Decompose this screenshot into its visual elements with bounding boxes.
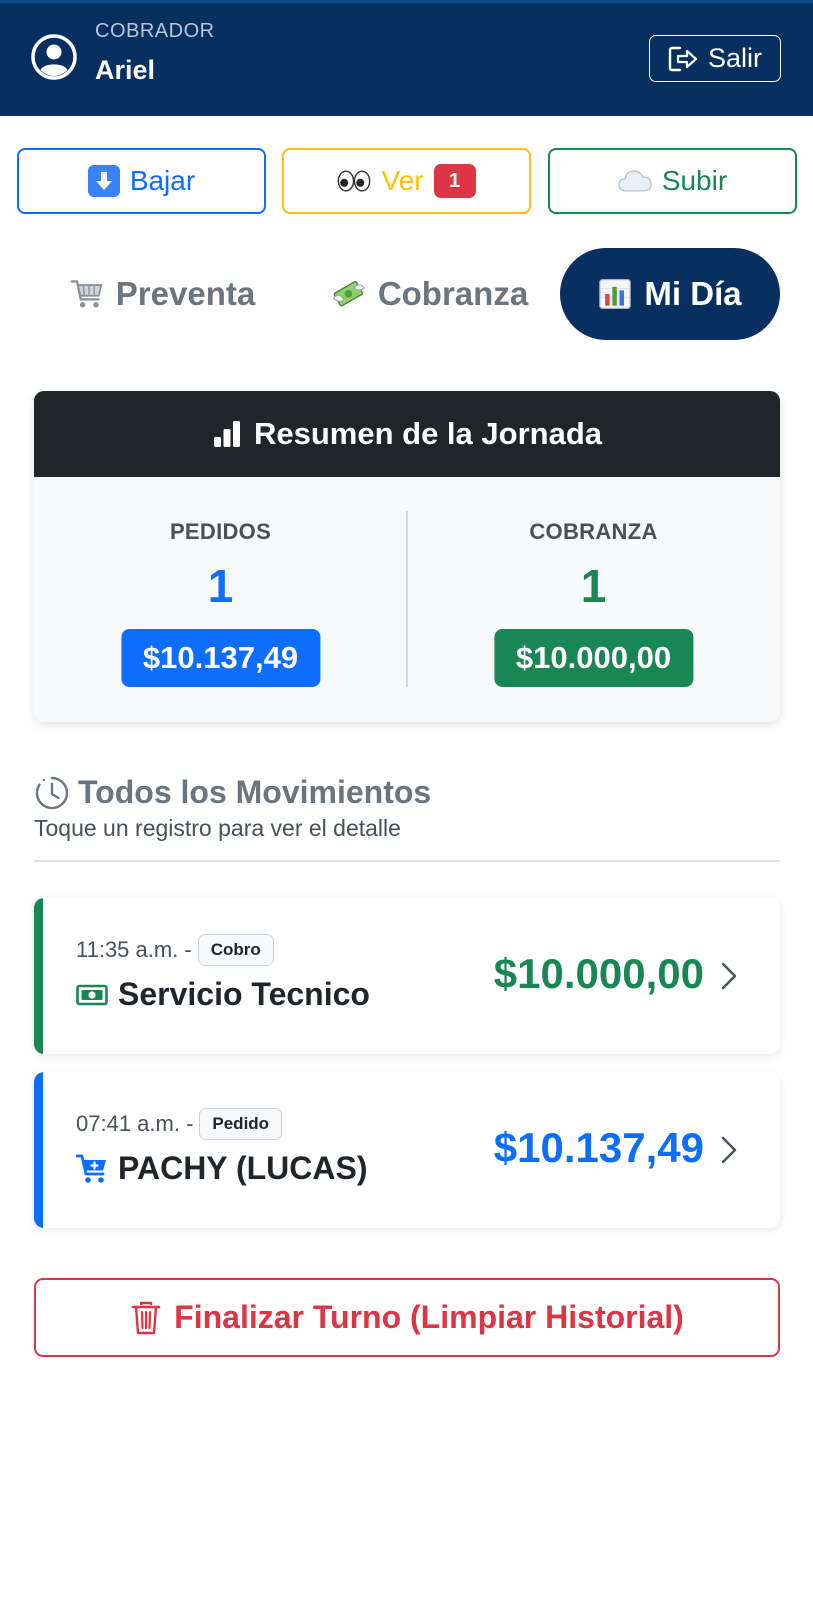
upload-label: Subir: [661, 165, 728, 196]
signal-bars-icon: [213, 421, 240, 447]
movements-subtitle: Toque un registro para ver el detalle: [34, 815, 401, 841]
tab-mi-dia[interactable]: Mi Día: [560, 248, 780, 340]
movement-client-name: Servicio Tecnico: [118, 976, 370, 1012]
movement-type-tag: Cobro: [197, 934, 274, 966]
clock-history-icon: [35, 776, 69, 809]
logout-icon: [668, 46, 698, 71]
movement-type-stripe: [34, 1072, 43, 1228]
summary-title: Resumen de la Jornada: [253, 416, 602, 451]
movement-amount: $10.137,49: [493, 1124, 704, 1171]
day-summary-card: Resumen de la Jornada PEDIDOS 1 $10.137,…: [34, 391, 780, 722]
app-header: COBRADOR Ariel Salir: [0, 0, 813, 116]
chevron-right-icon: [721, 1136, 737, 1164]
cart-icon: [76, 1154, 106, 1183]
pending-count-badge: 1: [433, 164, 476, 198]
movement-client: PACHY (LUCAS): [76, 1150, 367, 1187]
finalize-shift-button[interactable]: Finalizar Turno (Limpiar Historial): [34, 1278, 780, 1357]
finalize-shift-label: Finalizar Turno (Limpiar Historial): [174, 1299, 684, 1335]
movement-type-tag: Pedido: [199, 1108, 283, 1140]
user-name: Ariel: [95, 55, 156, 85]
movement-meta: 11:35 a.m. - Cobro: [76, 934, 274, 966]
movement-row-pedido[interactable]: 07:41 a.m. - Pedido PACHY (LUCAS) $10.13…: [34, 1072, 780, 1228]
tab-preventa[interactable]: Preventa: [55, 248, 270, 340]
collections-amount-badge: $10.000,00: [493, 629, 694, 687]
chevron-right-icon: [721, 962, 737, 990]
cash-icon: [76, 984, 108, 1005]
view-button[interactable]: Ver 1: [282, 148, 531, 214]
eyes-icon: [337, 164, 371, 198]
tab-cobranza[interactable]: Cobranza: [315, 248, 545, 340]
collections-label: COBRANZA: [529, 519, 658, 544]
movement-amount: $10.000,00: [493, 950, 704, 997]
collections-stat: COBRANZA 1 $10.000,00: [407, 477, 780, 722]
movement-client-name: PACHY (LUCAS): [118, 1150, 368, 1186]
movement-client: Servicio Tecnico: [76, 976, 370, 1013]
user-circle-icon: [31, 34, 77, 80]
upload-button[interactable]: Subir: [548, 148, 797, 214]
cloud-icon: [618, 164, 652, 198]
movement-type-stripe: [34, 898, 43, 1054]
logout-button[interactable]: Salir: [649, 35, 781, 82]
logout-label: Salir: [707, 43, 762, 73]
orders-label: PEDIDOS: [169, 519, 272, 544]
view-label: Ver: [381, 165, 424, 196]
orders-amount-badge: $10.137,49: [120, 629, 321, 687]
user-role-label: COBRADOR: [95, 20, 215, 42]
movements-title: Todos los Movimientos: [34, 774, 431, 811]
tab-cobranza-label: Cobranza: [377, 275, 529, 312]
collections-count: 1: [580, 560, 607, 612]
movement-row-cobro[interactable]: 11:35 a.m. - Cobro Servicio Tecnico $10.…: [34, 898, 780, 1054]
header-accent-line: [0, 0, 813, 3]
movement-time: 11:35 a.m. -: [76, 937, 192, 962]
tab-mi-dia-label: Mi Día: [644, 275, 742, 312]
trash-icon: [131, 1301, 161, 1334]
bar-chart-icon: [598, 277, 632, 311]
shopping-cart-icon: [70, 277, 104, 311]
tab-preventa-label: Preventa: [115, 275, 256, 312]
section-divider: [34, 860, 780, 862]
movement-time: 07:41 a.m. -: [76, 1111, 194, 1136]
movements-title-text: Todos los Movimientos: [78, 774, 432, 810]
orders-stat: PEDIDOS 1 $10.137,49: [34, 477, 407, 722]
download-button[interactable]: Bajar: [17, 148, 266, 214]
movement-meta: 07:41 a.m. - Pedido: [76, 1108, 283, 1140]
summary-header: Resumen de la Jornada: [34, 391, 780, 477]
money-with-wings-icon: [332, 277, 366, 311]
orders-count: 1: [207, 560, 234, 612]
down-arrow-icon: [87, 165, 120, 197]
download-label: Bajar: [129, 165, 196, 196]
